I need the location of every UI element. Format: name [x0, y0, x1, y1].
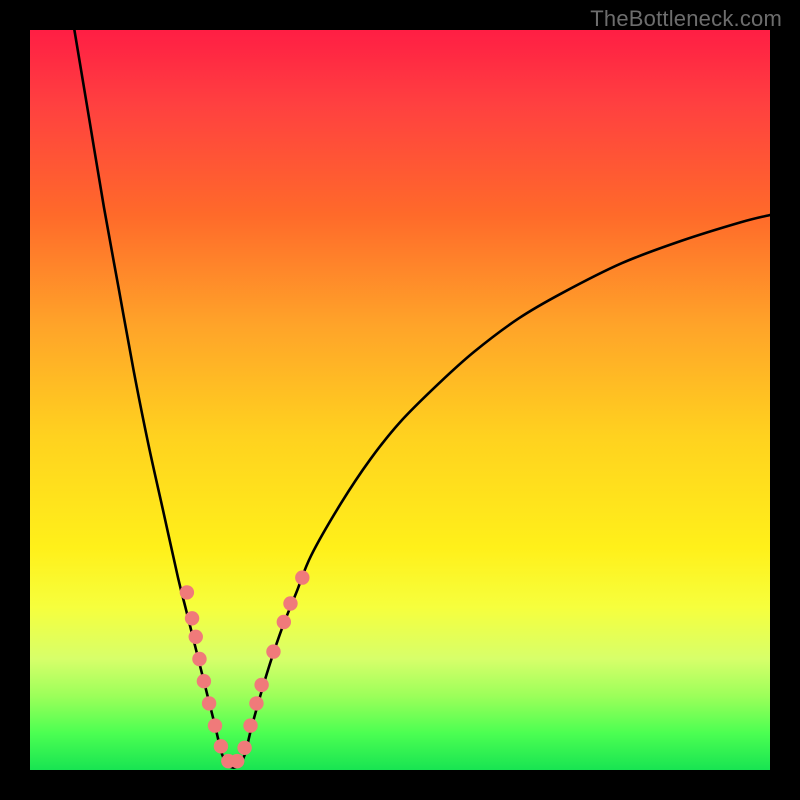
curve-marker	[202, 696, 216, 710]
curve-marker	[189, 630, 203, 644]
bottleneck-curve	[74, 30, 770, 768]
curve-marker	[180, 585, 194, 599]
curve-marker	[243, 718, 257, 732]
chart-frame: TheBottleneck.com	[0, 0, 800, 800]
curve-marker	[230, 754, 244, 768]
curve-marker	[185, 611, 199, 625]
curve-marker	[214, 739, 228, 753]
curve-markers	[180, 570, 310, 768]
curve-marker	[254, 678, 268, 692]
curve-marker	[277, 615, 291, 629]
curve-marker	[249, 696, 263, 710]
curve-marker	[266, 644, 280, 658]
curve-marker	[192, 652, 206, 666]
curve-marker	[197, 674, 211, 688]
curve-marker	[283, 596, 297, 610]
curve-svg	[30, 30, 770, 770]
curve-marker	[237, 741, 251, 755]
curve-marker	[208, 718, 222, 732]
watermark-text: TheBottleneck.com	[590, 6, 782, 32]
plot-area	[30, 30, 770, 770]
curve-marker	[295, 570, 309, 584]
